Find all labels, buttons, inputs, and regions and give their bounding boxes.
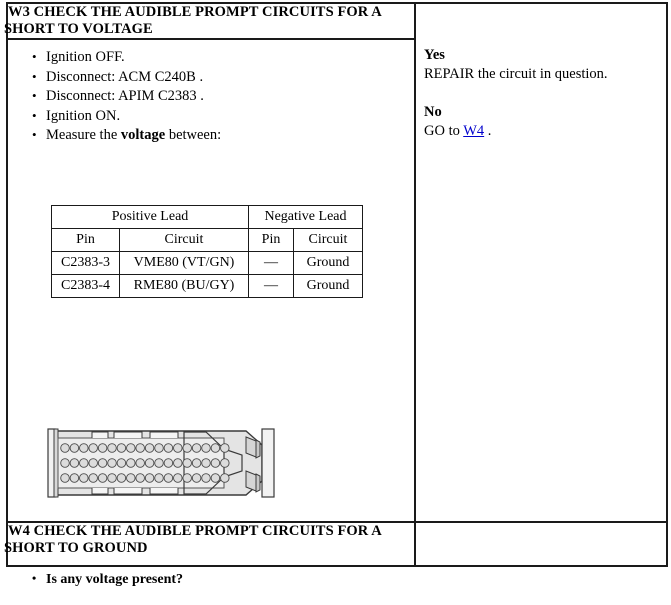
table-group-header-row: Positive Lead Negative Lead xyxy=(51,205,363,229)
connector-bottom-notch-1 xyxy=(91,488,109,495)
connector-svg xyxy=(47,428,275,498)
list-item: Disconnect: APIM C2383 . xyxy=(32,86,414,107)
step-title-w4-line2: SHORT TO GROUND xyxy=(4,540,148,556)
step-content-cell-w3: Ignition OFF. Disconnect: ACM C240B . Di… xyxy=(6,38,416,587)
cell-neg-pin: — xyxy=(248,251,294,275)
answer-no-suffix: . xyxy=(484,123,492,139)
cell-neg-circuit: Ground xyxy=(293,251,363,275)
step-header-row-w3: W3 CHECK THE AUDIBLE PROMPT CIRCUITS FOR… xyxy=(4,2,668,523)
step-question-w3: Is any voltage present? xyxy=(32,569,183,589)
step-header-row-w4: W4 CHECK THE AUDIBLE PROMPT CIRCUITS FOR… xyxy=(4,521,668,567)
step-title-w4: W4 CHECK THE AUDIBLE PROMPT CIRCUITS FOR… xyxy=(4,521,416,567)
question-list: Is any voltage present? xyxy=(8,569,183,589)
answer-yes-label: Yes xyxy=(424,47,445,63)
cell-neg-pin: — xyxy=(248,274,294,298)
connector-right-flange xyxy=(261,428,275,498)
cell-neg-circuit: Ground xyxy=(293,274,363,298)
diagnostic-procedure-page: W3 CHECK THE AUDIBLE PROMPT CIRCUITS FOR… xyxy=(0,0,671,605)
measure-prefix: Measure the xyxy=(46,127,121,143)
instruction-list: Ignition OFF. Disconnect: ACM C240B . Di… xyxy=(8,47,414,146)
connector-top-notch-1 xyxy=(91,431,109,438)
list-item: Disconnect: ACM C240B . xyxy=(32,67,414,88)
cell-pos-pin: C2383-4 xyxy=(51,274,120,298)
connector-bottom-notch-3 xyxy=(149,488,179,495)
step-answers-cell-w3: Yes REPAIR the circuit in question. No G… xyxy=(414,2,668,523)
list-item-measure: Measure the voltage between: xyxy=(32,125,414,146)
c2383-connector-illustration xyxy=(46,423,278,508)
connector-top-notch-2 xyxy=(113,431,143,438)
answer-no-prefix: GO to xyxy=(424,123,464,139)
answers-block-w4 xyxy=(416,523,666,565)
cell-pos-circuit: RME80 (BU/GY) xyxy=(119,274,249,298)
answers-spacer xyxy=(424,84,666,103)
answer-no-label: No xyxy=(424,104,442,120)
step-title-w3-line1: W3 CHECK THE AUDIBLE PROMPT CIRCUITS FOR… xyxy=(8,4,382,20)
connector-left-rail xyxy=(53,428,59,498)
column-header-neg-pin: Pin xyxy=(248,228,294,252)
connector-top-notch-3 xyxy=(149,431,179,438)
answer-yes-action: REPAIR the circuit in question. xyxy=(424,66,608,82)
answer-no-text: GO to W4 . xyxy=(424,123,491,139)
link-w4[interactable]: W4 xyxy=(463,123,484,139)
column-header-pos-circuit: Circuit xyxy=(119,228,249,252)
table-row: C2383-3 VME80 (VT/GN) — Ground xyxy=(51,251,363,275)
step-title-w3-line2: SHORT TO VOLTAGE xyxy=(4,21,153,37)
step-title-w3: W3 CHECK THE AUDIBLE PROMPT CIRCUITS FOR… xyxy=(4,2,416,40)
diagnostic-steps-table: W3 CHECK THE AUDIBLE PROMPT CIRCUITS FOR… xyxy=(4,2,668,587)
cell-pos-pin: C2383-3 xyxy=(51,251,120,275)
column-header-pos-pin: Pin xyxy=(51,228,120,252)
connector-bottom-notch-2 xyxy=(113,488,143,495)
measure-keyword: voltage xyxy=(120,127,166,143)
measure-suffix: between: xyxy=(165,127,222,143)
table-header-row: Pin Circuit Pin Circuit xyxy=(51,228,363,252)
group-header-positive: Positive Lead xyxy=(51,205,249,229)
group-header-negative: Negative Lead xyxy=(248,205,363,229)
answers-block-w3: Yes REPAIR the circuit in question. No G… xyxy=(416,4,666,141)
list-item: Ignition OFF. xyxy=(32,47,414,68)
step-title-w4-line1: W4 CHECK THE AUDIBLE PROMPT CIRCUITS FOR… xyxy=(8,523,382,539)
list-item: Ignition ON. xyxy=(32,106,414,127)
cell-pos-circuit: VME80 (VT/GN) xyxy=(119,251,249,275)
lead-measurement-table: Positive Lead Negative Lead Pin Circuit … xyxy=(51,205,363,298)
table-row: C2383-4 RME80 (BU/GY) — Ground xyxy=(51,274,363,298)
column-header-neg-circuit: Circuit xyxy=(293,228,363,252)
step-answers-cell-w4 xyxy=(414,521,668,567)
